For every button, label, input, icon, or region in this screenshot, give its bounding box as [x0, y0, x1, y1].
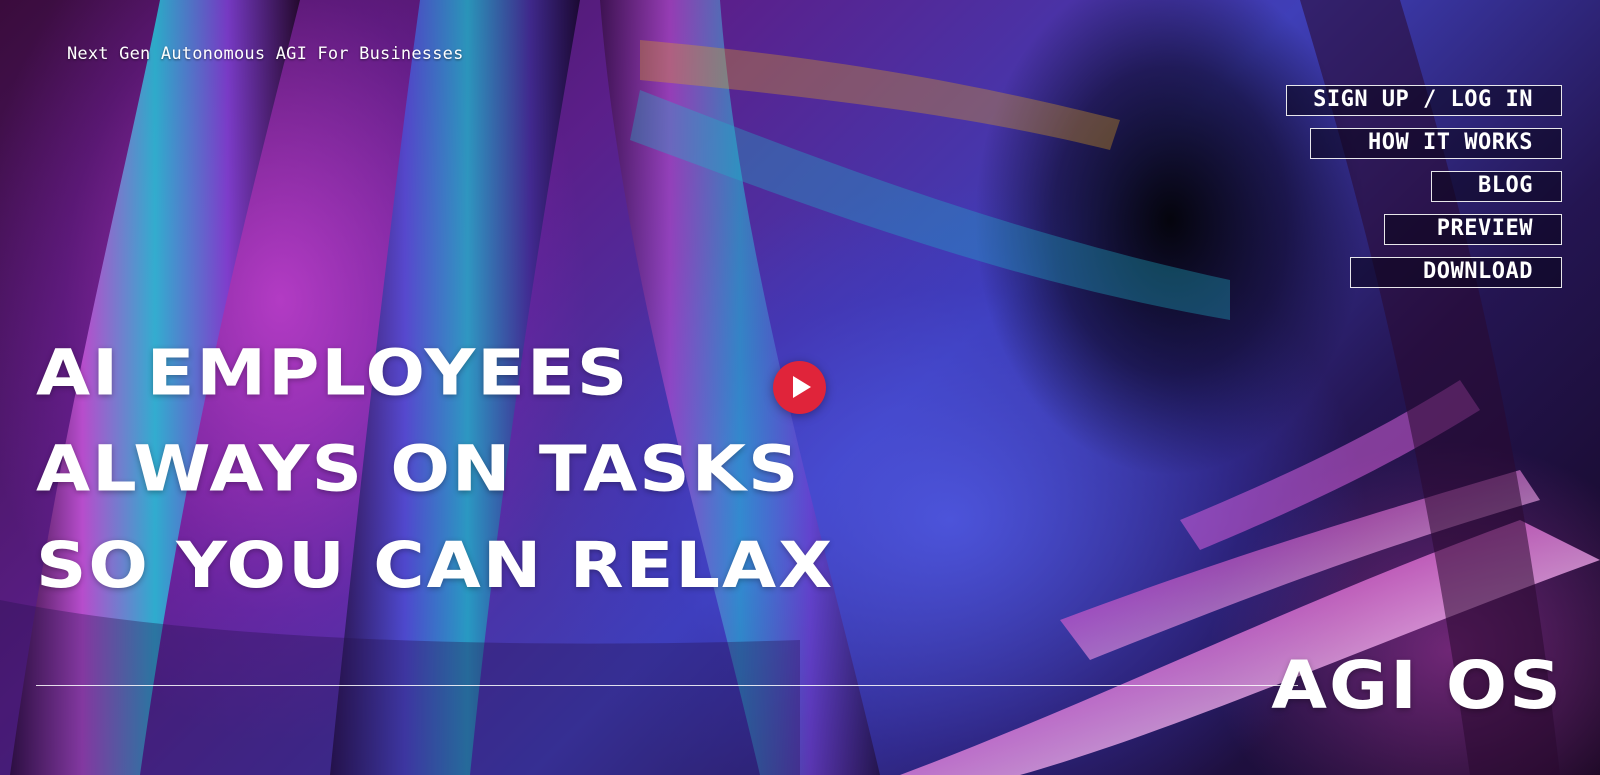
tagline: Next Gen Autonomous AGI For Businesses	[67, 44, 464, 64]
hero-headline: AI EMPLOYEES ALWAYS ON TASKS SO YOU CAN …	[36, 325, 834, 614]
play-icon	[793, 376, 811, 398]
preview-button[interactable]: PREVIEW	[1384, 214, 1562, 245]
headline-line-2: ALWAYS ON TASKS	[36, 432, 801, 506]
blog-button[interactable]: BLOG	[1431, 171, 1562, 202]
top-navigation: SIGN UP / LOG IN HOW IT WORKS BLOG PREVI…	[1286, 85, 1562, 288]
how-it-works-button[interactable]: HOW IT WORKS	[1310, 128, 1562, 159]
sign-up-log-in-button[interactable]: SIGN UP / LOG IN	[1286, 85, 1562, 116]
headline-line-1: AI EMPLOYEES	[36, 335, 630, 410]
divider-line	[36, 685, 1298, 686]
download-button[interactable]: DOWNLOAD	[1350, 257, 1562, 288]
play-video-button[interactable]	[773, 361, 826, 414]
brand-logo-text: AGI OS	[1271, 646, 1563, 724]
hero-page: Next Gen Autonomous AGI For Businesses S…	[0, 0, 1600, 775]
headline-line-3: SO YOU CAN RELAX	[36, 528, 835, 603]
